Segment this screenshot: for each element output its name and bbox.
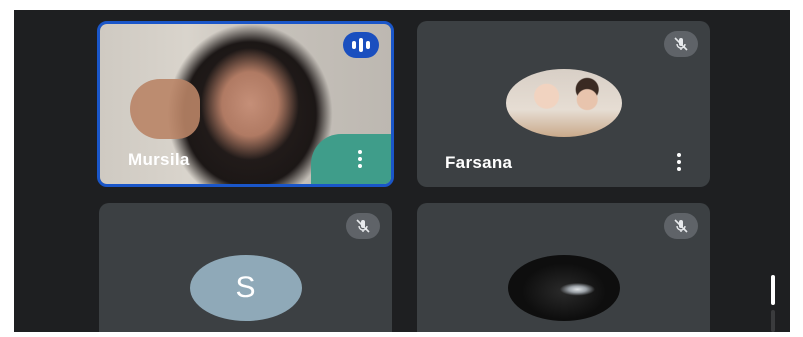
speaking-indicator-icon <box>343 32 379 58</box>
mic-off-icon <box>664 213 698 239</box>
participant-name: Farsana <box>445 153 513 172</box>
avatar <box>507 255 620 321</box>
more-vert-icon[interactable] <box>674 153 684 171</box>
more-vert-icon[interactable] <box>355 150 365 168</box>
participant-tile-s[interactable]: S <box>99 203 392 332</box>
scrollbar-track[interactable] <box>771 310 775 332</box>
scrollbar-thumb[interactable] <box>771 275 775 305</box>
video-content <box>311 134 391 184</box>
participant-tile-mursila[interactable]: Mursila <box>97 21 394 187</box>
avatar: S <box>189 255 302 321</box>
participant-tile-4[interactable] <box>417 203 710 332</box>
participant-tile-farsana[interactable]: Farsana <box>417 21 710 187</box>
mic-off-icon <box>346 213 380 239</box>
avatar <box>505 69 622 137</box>
mic-off-icon <box>664 31 698 57</box>
video-content <box>130 79 200 139</box>
meeting-grid: Mursila Farsana S <box>14 10 790 332</box>
participant-name: Mursila <box>128 150 190 169</box>
